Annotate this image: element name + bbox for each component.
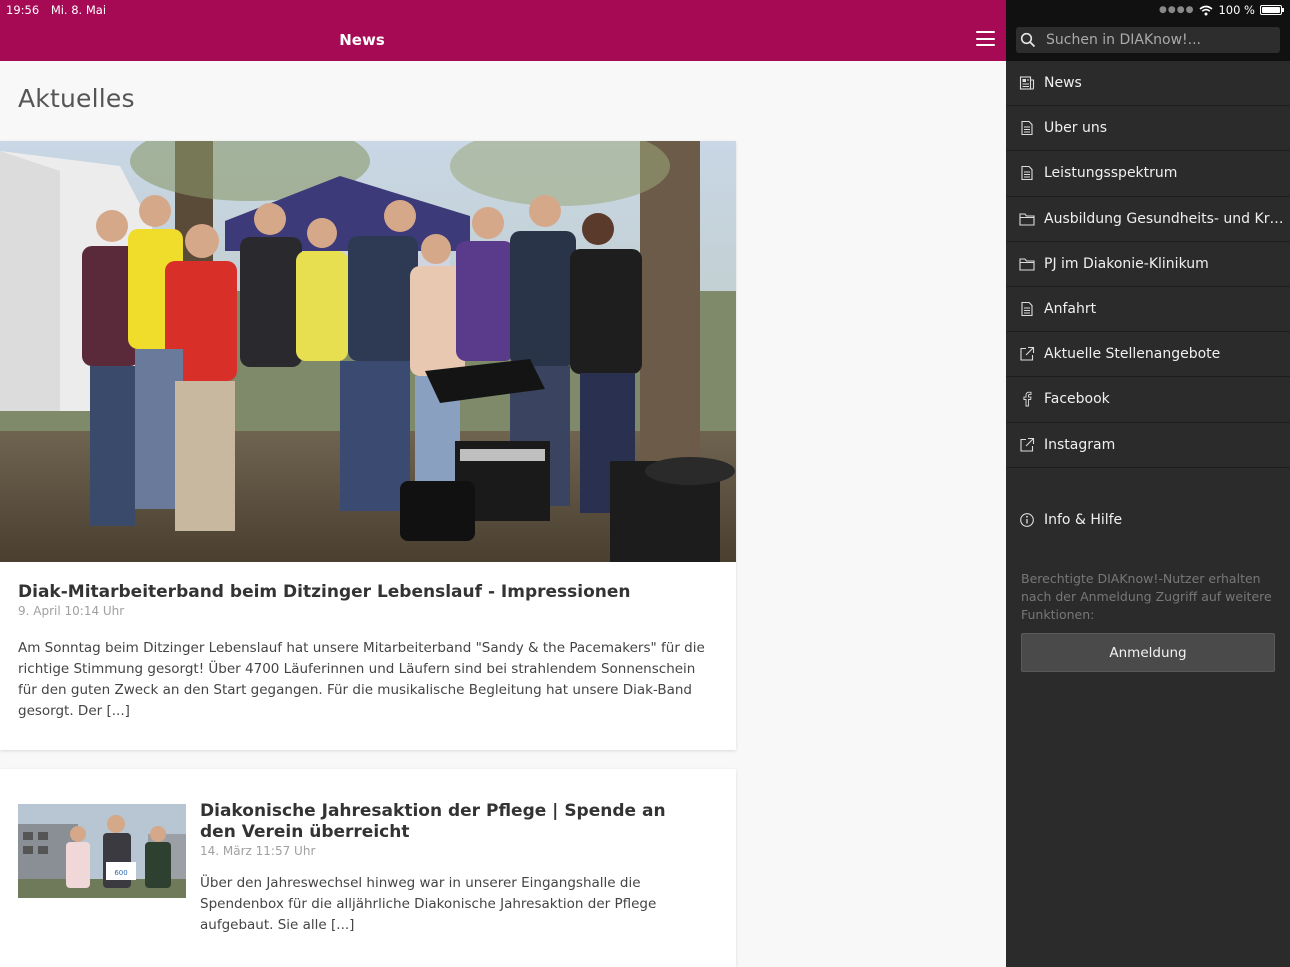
article-date: 14. März 11:57 Uhr — [200, 844, 316, 858]
battery-icon — [1260, 5, 1284, 15]
donation-photo: 600 — [18, 804, 186, 898]
menu-item-label: Über uns — [1044, 120, 1107, 137]
menu-item-label: Facebook — [1044, 391, 1110, 408]
status-date: Mi. 8. Mai — [50, 3, 107, 17]
article-card[interactable]: Diak-Mitarbeiterband beim Ditzinger Lebe… — [0, 141, 736, 750]
newspaper-icon — [1019, 76, 1035, 90]
menu-item-facebook[interactable]: Facebook — [1006, 377, 1290, 423]
menu-item-ausbildung[interactable]: Ausbildung Gesundheits- und Kran... — [1006, 197, 1290, 242]
drawer-menu: News Über uns Leistungsspektrum Ausbildu… — [1006, 61, 1290, 468]
menu-item-label: Instagram — [1044, 436, 1116, 453]
info-label: Info & Hilfe — [1044, 512, 1123, 528]
facebook-icon — [1023, 392, 1032, 407]
svg-text:600: 600 — [114, 869, 127, 877]
document-icon — [1021, 301, 1033, 317]
hamburger-menu-icon[interactable] — [976, 31, 995, 46]
menu-item-instagram[interactable]: Instagram — [1006, 423, 1290, 468]
main-content: 19:56 Mi. 8. Mai News Aktuelles Diak-Mit… — [0, 0, 1006, 967]
menu-item-news[interactable]: News — [1006, 61, 1290, 107]
external-link-icon — [1020, 347, 1035, 361]
menu-item-label: Ausbildung Gesundheits- und Kran... — [1044, 210, 1284, 227]
login-note: Berechtigte DIAKnow!-Nutzer erhalten nac… — [1021, 571, 1272, 622]
menu-item-label: Leistungsspektrum — [1044, 165, 1178, 182]
menu-item-ueber-uns[interactable]: Über uns — [1006, 106, 1290, 152]
menu-item-stellenangebote[interactable]: Aktuelle Stellenangebote — [1006, 332, 1290, 378]
document-icon — [1021, 166, 1033, 181]
article-excerpt: Am Sonntag beim Ditzinger Lebenslauf hat… — [18, 640, 705, 719]
wifi-icon — [1199, 5, 1213, 15]
article-excerpt: Über den Jahreswechsel hinweg war in uns… — [200, 875, 657, 933]
menu-item-label: Aktuelle Stellenangebote — [1044, 346, 1221, 363]
menu-item-anfahrt[interactable]: Anfahrt — [1006, 287, 1290, 333]
article-thumbnail[interactable]: 600 — [18, 804, 186, 898]
status-time: 19:56 — [6, 3, 40, 17]
band-photo — [0, 141, 736, 562]
article-card[interactable]: 600 Diakonische Jahresaktion der Pflege … — [0, 769, 736, 967]
menu-item-label: PJ im Diakonie-Klinikum — [1044, 255, 1209, 272]
document-icon — [1021, 121, 1033, 136]
info-icon — [1020, 513, 1034, 527]
signal-icon: ●●●● — [1159, 5, 1195, 15]
status-bar-left: 19:56 Mi. 8. Mai — [6, 3, 114, 17]
menu-item-info-hilfe[interactable]: Info & Hilfe — [1006, 502, 1290, 538]
search-box[interactable] — [1016, 27, 1280, 53]
navigation-drawer: ●●●● 100 % News — [1006, 0, 1290, 967]
header-title: News — [339, 31, 385, 49]
drawer-header: ●●●● 100 % — [1006, 0, 1290, 61]
status-bar-right: ●●●● 100 % — [1159, 3, 1284, 17]
article-title[interactable]: Diakonische Jahresaktion der Pflege | Sp… — [200, 801, 700, 843]
external-link-icon — [1020, 437, 1035, 452]
login-button[interactable]: Anmeldung — [1021, 633, 1275, 672]
folder-icon — [1019, 258, 1035, 271]
app-header: 19:56 Mi. 8. Mai News — [0, 0, 1006, 61]
menu-item-label: Anfahrt — [1044, 301, 1097, 318]
article-title[interactable]: Diak-Mitarbeiterband beim Ditzinger Lebe… — [18, 582, 631, 603]
folder-icon — [1019, 213, 1035, 226]
article-date: 9. April 10:14 Uhr — [18, 604, 125, 618]
search-icon — [1020, 32, 1036, 48]
menu-item-label: News — [1044, 75, 1082, 92]
battery-percent: 100 % — [1218, 3, 1255, 17]
menu-item-pj[interactable]: PJ im Diakonie-Klinikum — [1006, 242, 1290, 287]
menu-item-leistungsspektrum[interactable]: Leistungsspektrum — [1006, 151, 1290, 197]
article-image[interactable] — [0, 141, 736, 562]
page-title: Aktuelles — [18, 84, 135, 113]
search-input[interactable] — [1046, 32, 1266, 48]
